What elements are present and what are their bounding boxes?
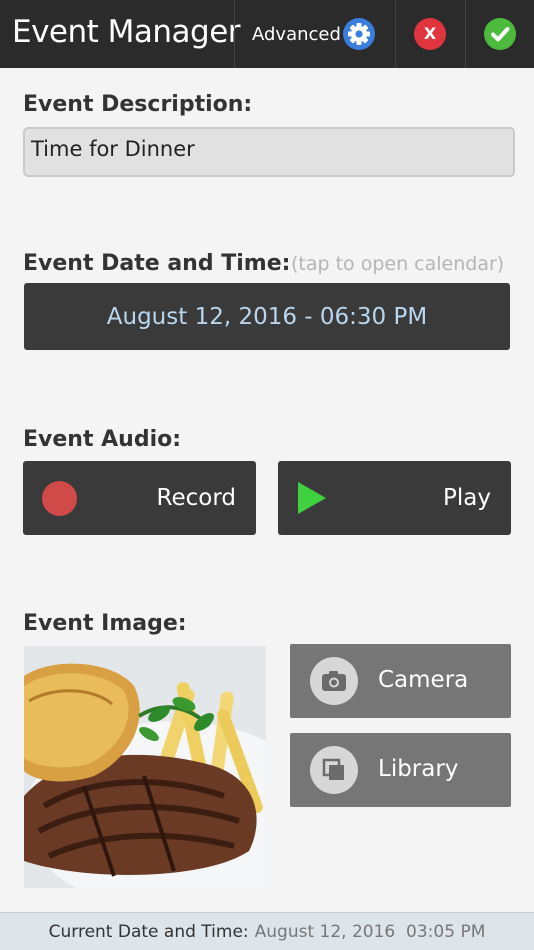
camera-label: Camera xyxy=(378,667,469,693)
camera-button[interactable]: Camera xyxy=(290,644,511,718)
date-time-button[interactable]: August 12, 2016 - 06:30 PM xyxy=(24,283,510,350)
status-footer: Current Date and Time: August 12, 2016 0… xyxy=(0,912,534,950)
gear-icon[interactable] xyxy=(343,18,375,50)
library-label: Library xyxy=(378,756,459,782)
event-image[interactable] xyxy=(24,646,266,888)
date-time-value: August 12, 2016 - 06:30 PM xyxy=(106,303,428,330)
record-button[interactable]: Record xyxy=(23,461,256,535)
current-time-label: Current Date and Time: xyxy=(48,921,249,942)
divider xyxy=(234,0,235,68)
image-label: Event Image: xyxy=(23,611,187,636)
record-icon xyxy=(42,481,77,516)
divider xyxy=(465,0,466,68)
calendar-hint: (tap to open calendar) xyxy=(291,253,505,275)
cancel-button[interactable]: X xyxy=(414,18,446,50)
app-title: Event Manager xyxy=(12,14,241,50)
top-bar: Event Manager Advanced X xyxy=(0,0,534,68)
close-icon: X xyxy=(423,24,437,43)
camera-icon xyxy=(310,657,358,705)
divider xyxy=(395,0,396,68)
description-input[interactable]: Time for Dinner xyxy=(23,127,515,177)
checkmark-icon xyxy=(491,27,510,42)
confirm-button[interactable] xyxy=(484,18,516,50)
advanced-button-label[interactable]: Advanced xyxy=(252,24,341,45)
play-label: Play xyxy=(443,485,491,511)
audio-label: Event Audio: xyxy=(23,427,182,452)
play-button[interactable]: Play xyxy=(278,461,511,535)
library-button[interactable]: Library xyxy=(290,733,511,807)
date-time-label: Event Date and Time: xyxy=(23,251,291,276)
library-icon xyxy=(310,746,358,794)
current-time-value: August 12, 2016 03:05 PM xyxy=(254,921,486,942)
play-icon xyxy=(298,482,326,514)
description-label: Event Description: xyxy=(23,92,253,117)
record-label: Record xyxy=(156,485,236,511)
